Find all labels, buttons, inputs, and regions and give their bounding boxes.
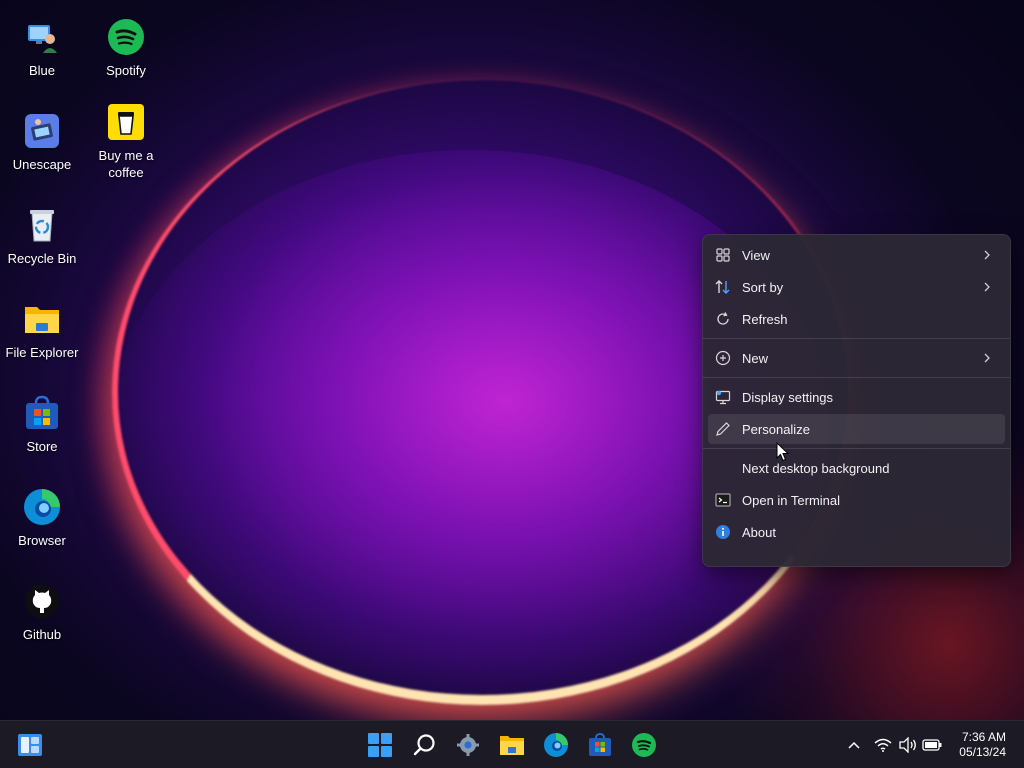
desktop-icon-label: Github	[22, 627, 62, 642]
mouse-cursor-icon	[776, 441, 790, 462]
menu-separator	[703, 338, 1010, 339]
menu-item-personalize[interactable]: Personalize	[708, 414, 1005, 444]
chevron-right-icon	[983, 350, 993, 366]
coffee-cup-icon	[107, 103, 145, 141]
menu-item-label: Next desktop background	[742, 460, 890, 476]
desktop-icon-unescape[interactable]: Unescape	[0, 112, 84, 173]
info-icon	[715, 524, 731, 540]
chevron-up-icon[interactable]	[844, 735, 864, 755]
menu-item-about[interactable]: About	[708, 517, 1005, 547]
chevron-right-icon	[983, 247, 993, 263]
menu-item-view[interactable]: View	[708, 240, 1005, 270]
grid-icon	[715, 247, 731, 263]
volume-icon[interactable]	[898, 735, 918, 755]
taskbar-clock[interactable]: 7:36 AM 05/13/24	[942, 730, 1006, 760]
menu-item-label: View	[742, 247, 770, 263]
desktop-icon-label: Store	[26, 439, 58, 454]
desktop-icon-store[interactable]: Store	[0, 394, 84, 455]
refresh-icon	[715, 311, 731, 327]
file-explorer-icon[interactable]	[496, 729, 528, 761]
desktop-context-menu: View Sort by Refresh New Display setting…	[702, 234, 1011, 567]
start-windows-icon[interactable]	[364, 729, 396, 761]
menu-item-display-settings[interactable]: Display settings	[708, 382, 1005, 412]
menu-item-label: Sort by	[742, 279, 784, 295]
edge-browser-icon[interactable]	[540, 729, 572, 761]
menu-item-sort-by[interactable]: Sort by	[708, 272, 1005, 302]
menu-item-label: Open in Terminal	[742, 492, 841, 508]
widgets-icon[interactable]	[14, 729, 46, 761]
desktop-icon-spotify[interactable]: Spotify	[84, 18, 168, 79]
taskbar: 7:36 AM 05/13/24	[0, 720, 1024, 768]
desktop-icon-label: Recycle Bin	[7, 251, 77, 266]
menu-item-refresh[interactable]: Refresh	[708, 304, 1005, 334]
spotify-icon	[107, 18, 145, 56]
desktop-icon-label: File Explorer	[5, 345, 79, 360]
folder-icon	[23, 300, 61, 338]
terminal-icon	[715, 492, 731, 508]
menu-item-label: Display settings	[742, 389, 834, 405]
menu-item-label: New	[742, 350, 769, 366]
battery-icon[interactable]	[922, 735, 942, 755]
plus-circle-icon	[715, 350, 731, 366]
store-icon	[23, 394, 61, 432]
settings-gear-icon[interactable]	[452, 729, 484, 761]
chevron-right-icon	[983, 279, 993, 295]
display-icon	[715, 389, 731, 405]
menu-item-next-desktop-background[interactable]: Next desktop background	[708, 453, 1005, 483]
desktop-icon-recycle-bin[interactable]: Recycle Bin	[0, 206, 84, 267]
clock-time: 7:36 AM	[961, 730, 1006, 744]
edge-browser-icon	[23, 488, 61, 526]
recycle-bin-icon	[23, 206, 61, 244]
menu-item-label: About	[742, 524, 776, 540]
pencil-icon	[715, 421, 731, 437]
menu-item-label: Personalize	[742, 421, 810, 437]
desktop-icon-github[interactable]: Github	[0, 582, 84, 643]
desktop-icon-label: Buy me a coffee	[98, 148, 154, 180]
spotify-icon[interactable]	[628, 729, 660, 761]
desktop-icon-label: Spotify	[106, 63, 146, 78]
desktop-icon-label: Blue	[28, 63, 56, 78]
menu-item-label: Refresh	[742, 311, 788, 327]
unescape-app-icon	[23, 112, 61, 150]
menu-separator	[703, 448, 1010, 449]
menu-separator	[703, 377, 1010, 378]
desktop-icon-file-explorer[interactable]: File Explorer	[0, 300, 84, 361]
menu-item-open-in-terminal[interactable]: Open in Terminal	[708, 485, 1005, 515]
search-icon[interactable]	[409, 729, 441, 761]
desktop-icon-label: Browser	[18, 533, 66, 548]
menu-item-new[interactable]: New	[708, 343, 1005, 373]
desktop-icon-buy-me-a-coffee[interactable]: Buy me a coffee	[84, 103, 168, 181]
sort-icon	[715, 279, 731, 295]
wifi-icon[interactable]	[873, 735, 893, 755]
desktop-icon-blue[interactable]: Blue	[0, 18, 84, 79]
clock-date: 05/13/24	[959, 745, 1006, 759]
user-computer-icon	[23, 18, 61, 56]
github-icon	[23, 582, 61, 620]
store-icon[interactable]	[584, 729, 616, 761]
desktop-icon-browser[interactable]: Browser	[0, 488, 84, 549]
desktop-icon-label: Unescape	[12, 157, 72, 172]
